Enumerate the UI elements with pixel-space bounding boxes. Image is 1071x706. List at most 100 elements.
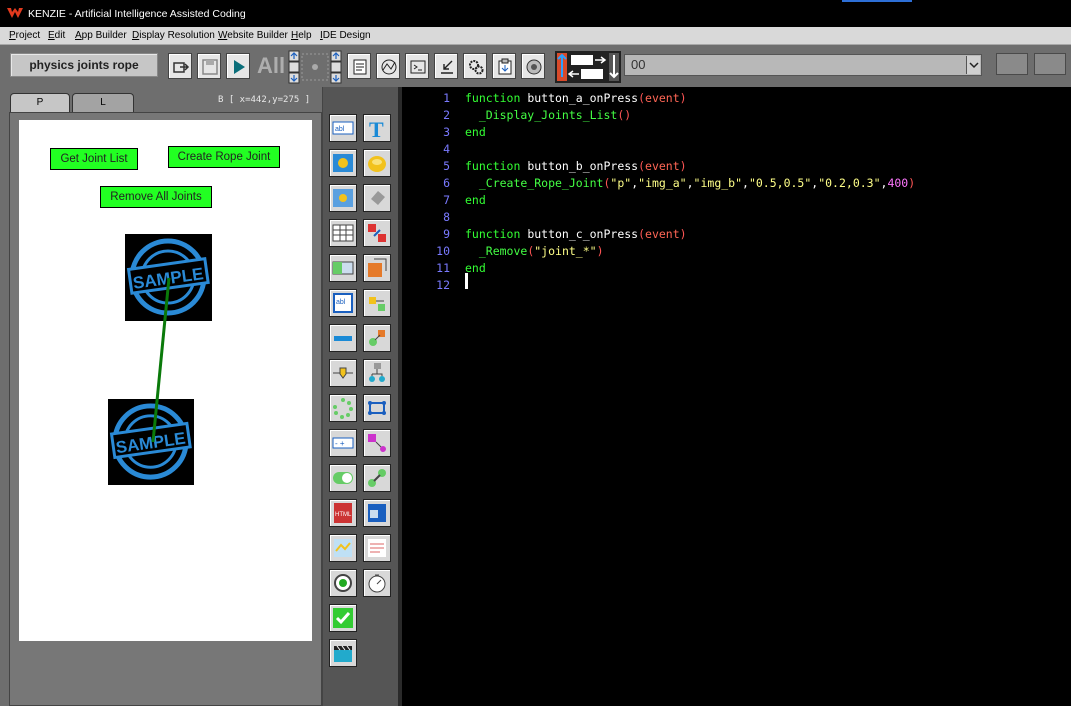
layer-order-icon: [557, 53, 619, 81]
save-button[interactable]: [197, 53, 221, 79]
tool-video[interactable]: [329, 639, 357, 667]
tool-image[interactable]: [329, 149, 357, 177]
tool-tree[interactable]: [363, 359, 391, 387]
tool-bounds[interactable]: [363, 394, 391, 422]
panel-button-2[interactable]: [1034, 53, 1066, 75]
code-token: ): [679, 159, 687, 173]
tool-list[interactable]: [363, 534, 391, 562]
menu-website-builder[interactable]: Website Builder: [218, 30, 288, 41]
speaker-icon: [526, 59, 542, 75]
toggle-icon: [333, 472, 353, 484]
tool-loader[interactable]: [329, 394, 357, 422]
tool-webview[interactable]: [363, 499, 391, 527]
map-icon: [334, 539, 352, 557]
code-token: event: [645, 91, 680, 105]
tool-radio[interactable]: [329, 569, 357, 597]
tab-p[interactable]: P: [10, 93, 70, 113]
console-button[interactable]: [405, 53, 429, 79]
slider-icon: [333, 367, 353, 379]
tool-text[interactable]: T: [363, 114, 391, 142]
tool-stepper[interactable]: - +: [329, 429, 357, 457]
code-token: (: [638, 159, 646, 173]
tool-chain[interactable]: [363, 464, 391, 492]
all-label[interactable]: All: [257, 53, 285, 79]
tool-textbox[interactable]: abl: [329, 289, 357, 317]
tool-checkbox[interactable]: [329, 604, 357, 632]
menu-display-resolution[interactable]: Display Resolution: [132, 30, 215, 41]
tool-path[interactable]: [363, 429, 391, 457]
design-stage[interactable]: Get Joint List Create Rope Joint Remove …: [19, 120, 312, 641]
code-token: function: [465, 227, 521, 241]
tool-animation[interactable]: [329, 184, 357, 212]
toolbar: physics joints rope All 00: [0, 45, 1071, 87]
progress-icon: [332, 261, 354, 275]
left-panel: P L B [ x=442,y=275 ] Get Joint List Cre…: [0, 87, 322, 706]
tool-toggle[interactable]: [329, 464, 357, 492]
tool-textfield[interactable]: abl: [329, 114, 357, 142]
panel-button-1[interactable]: [996, 53, 1028, 75]
audio-button[interactable]: [521, 53, 545, 79]
line-number: 10: [436, 244, 450, 258]
code-token: _Remove: [465, 244, 528, 258]
code-editor[interactable]: 1 2 3 4 5 6 7 8 9 10 11 12 function butt…: [402, 87, 1071, 706]
code-token: function: [465, 159, 521, 173]
layer-order-control[interactable]: [555, 51, 621, 83]
text-t-icon: T: [369, 117, 384, 139]
tab-l[interactable]: L: [72, 93, 134, 113]
tree-icon: [369, 363, 385, 382]
tool-slider[interactable]: [329, 359, 357, 387]
cursor-coordinates: B [ x=442,y=275 ]: [218, 95, 311, 105]
menu-ide-design[interactable]: IDE Design: [320, 30, 371, 41]
graph-button[interactable]: [376, 53, 400, 79]
tool-line[interactable]: [329, 324, 357, 352]
tool-shape[interactable]: [363, 184, 391, 212]
line-number: 4: [443, 142, 450, 156]
graph-icon: [381, 59, 397, 75]
properties-button[interactable]: [347, 53, 371, 79]
code-token: function: [465, 91, 521, 105]
code-token: button_a_onPress: [520, 91, 639, 105]
radio-icon: [334, 574, 352, 592]
project-name-button[interactable]: physics joints rope: [10, 53, 158, 77]
menu-project[interactable]: Project: [9, 30, 40, 41]
tool-html[interactable]: HTML: [329, 499, 357, 527]
connect-icon: [369, 330, 385, 346]
tool-collision[interactable]: [363, 219, 391, 247]
tool-button[interactable]: [363, 149, 391, 177]
code-token: ): [596, 244, 604, 258]
line-number: 8: [443, 210, 450, 224]
run-button[interactable]: [226, 53, 250, 79]
tool-map[interactable]: [329, 534, 357, 562]
console-icon: [410, 60, 426, 74]
code-token: "img_a": [638, 176, 687, 190]
tool-grid[interactable]: [329, 219, 357, 247]
svg-text:T: T: [369, 117, 384, 139]
clipboard-button[interactable]: [492, 53, 516, 79]
chevron-down-icon[interactable]: [966, 56, 980, 74]
list-icon: [368, 539, 386, 557]
image-icon: [333, 154, 353, 172]
line-number: 3: [443, 125, 450, 139]
code-token: ,: [742, 176, 749, 190]
menu-app-builder[interactable]: App Builder: [75, 30, 127, 41]
import-button[interactable]: [434, 53, 458, 79]
line-number: 9: [443, 227, 450, 241]
code-token: ): [679, 227, 687, 241]
export-button[interactable]: [168, 53, 192, 79]
tool-progress[interactable]: [329, 254, 357, 282]
tool-align[interactable]: [363, 289, 391, 317]
settings-button[interactable]: [463, 53, 487, 79]
code-token: (): [617, 108, 632, 122]
line-number: 12: [436, 278, 450, 292]
tool-connect[interactable]: [363, 324, 391, 352]
tool-resize[interactable]: [363, 254, 391, 282]
menu-help[interactable]: Help: [291, 30, 312, 41]
scene-select[interactable]: 00: [624, 54, 982, 76]
tool-timer[interactable]: [363, 569, 391, 597]
align-arrows-control[interactable]: [288, 50, 344, 84]
resize-icon: [368, 258, 387, 277]
code-token: ): [908, 176, 916, 190]
text-cursor: [465, 273, 468, 289]
menu-edit[interactable]: Edit: [48, 30, 65, 41]
line-number: 5: [443, 159, 450, 173]
